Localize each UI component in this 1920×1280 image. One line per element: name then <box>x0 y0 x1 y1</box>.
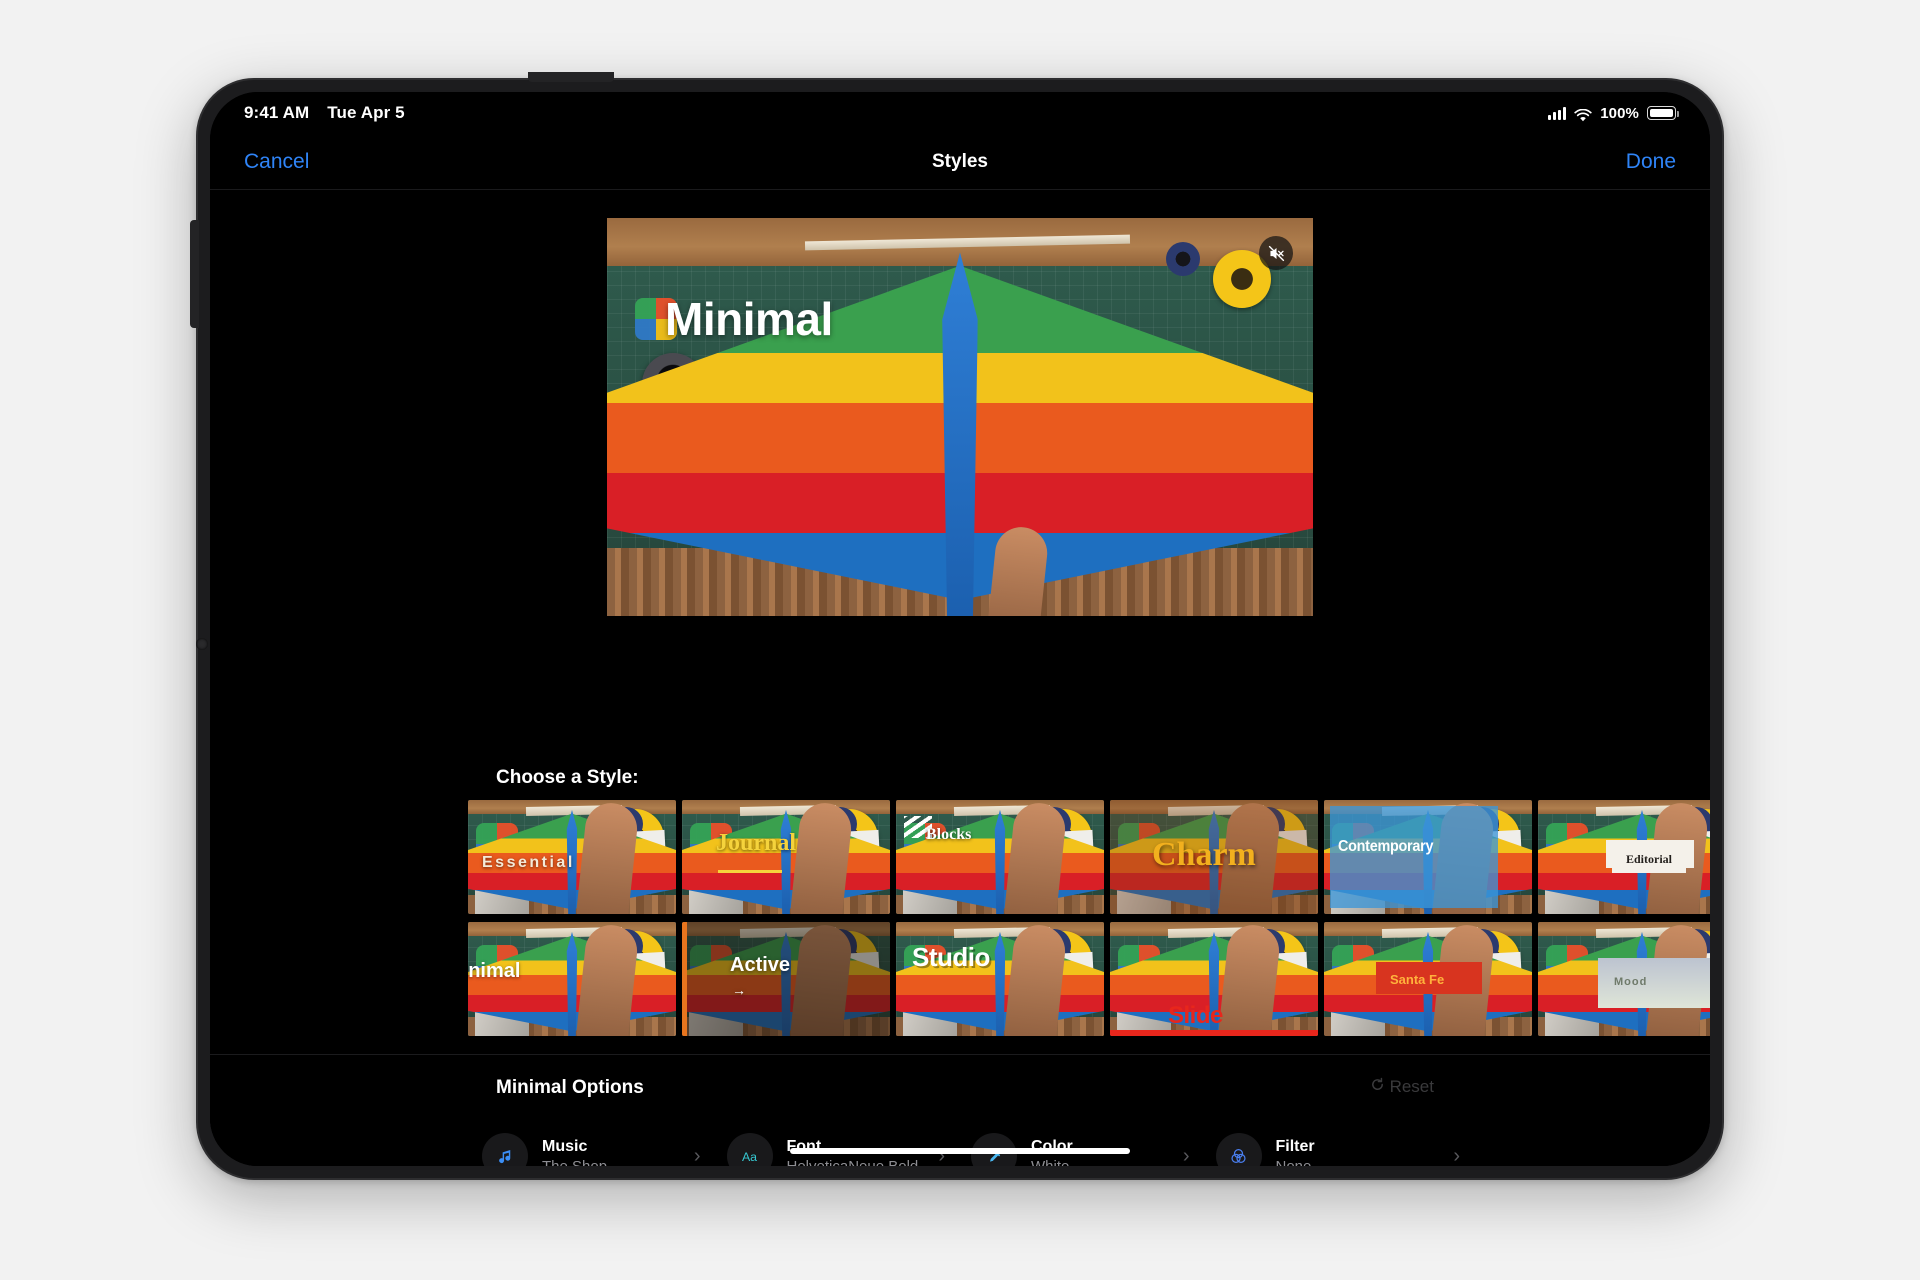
page-title: Styles <box>932 150 988 172</box>
battery-percent: 100% <box>1600 104 1639 122</box>
filter-circles-icon <box>1215 1133 1262 1166</box>
video-preview[interactable]: Minimal <box>607 218 1313 616</box>
preview-area: Minimal <box>210 190 1710 750</box>
done-button[interactable]: Done <box>1626 150 1676 174</box>
reset-circular-arrow-icon <box>1370 1077 1385 1097</box>
chevron-right-icon[interactable]: › <box>1453 1145 1460 1167</box>
status-bar: 9:41 AM Tue Apr 5 100% <box>210 92 1710 134</box>
style-thumbnail-charm[interactable]: Charm <box>1110 800 1318 914</box>
style-thumbnail-label: Slide <box>1168 1002 1223 1029</box>
option-value: None <box>1275 1157 1312 1167</box>
style-thumbnail-label: Blocks <box>926 826 972 843</box>
option-title: Filter <box>1275 1137 1315 1155</box>
status-time: 9:41 AM <box>244 103 310 122</box>
option-value: White <box>1031 1157 1070 1167</box>
ipad-device-frame: 9:41 AM Tue Apr 5 100% Cancel Styles Don… <box>190 72 1724 1180</box>
chevron-right-icon[interactable]: › <box>1183 1145 1190 1167</box>
reset-label: Reset <box>1389 1077 1434 1096</box>
volume-button[interactable] <box>190 220 199 328</box>
power-button[interactable] <box>528 72 614 82</box>
option-item-music[interactable]: Music The Shop › <box>482 1133 727 1166</box>
style-thumbnail-contemporary[interactable]: Contemporary <box>1324 800 1532 914</box>
wifi-icon <box>1574 107 1592 121</box>
option-value: The Shop <box>542 1157 608 1167</box>
svg-text:Aa: Aa <box>742 1149 757 1163</box>
cellular-bars-icon <box>1548 106 1567 120</box>
style-thumbnail-label: Contemporary <box>1338 838 1434 855</box>
style-thumbnail-editorial[interactable]: Editorial <box>1538 800 1710 914</box>
style-thumbnail-active[interactable]: Active <box>682 922 890 1036</box>
style-thumbnail-santafe[interactable]: Santa Fe <box>1324 922 1532 1036</box>
status-date: Tue Apr 5 <box>327 103 405 122</box>
style-thumbnail-label: Essential <box>482 854 575 871</box>
thumbnail-scene-image <box>682 800 890 914</box>
thumbnail-scene-image <box>896 922 1104 1036</box>
option-title: Music <box>542 1137 588 1155</box>
style-thumbnail-label: Charm <box>1152 836 1256 873</box>
front-camera <box>196 638 208 650</box>
app-screen: 9:41 AM Tue Apr 5 100% Cancel Styles Don… <box>210 92 1710 1166</box>
style-thumbnail-slide[interactable]: Slide <box>1110 922 1318 1036</box>
style-thumbnail-journal[interactable]: Journal <box>682 800 890 914</box>
navigation-bar: Cancel Styles Done <box>210 134 1710 190</box>
style-thumbnail-grid[interactable]: Essential Journal Blocks Charm Contemporary E… <box>468 800 1710 1036</box>
style-thumbnail-essential[interactable]: Essential <box>468 800 676 914</box>
style-thumbnail-label: Santa Fe <box>1390 972 1445 987</box>
reset-button[interactable]: Reset <box>1370 1077 1434 1097</box>
screenshot-stage: 9:41 AM Tue Apr 5 100% Cancel Styles Don… <box>0 0 1920 1280</box>
style-thumbnail-label: Minimal <box>468 960 521 982</box>
music-note-icon <box>482 1133 528 1166</box>
option-text: Filter None <box>1276 1138 1315 1167</box>
style-thumbnail-blocks[interactable]: Blocks <box>896 800 1104 914</box>
style-thumbnail-label: Journal <box>716 830 797 873</box>
option-item-filter[interactable]: Filter None › <box>1215 1133 1460 1167</box>
style-thumbnail-mood[interactable]: Mood <box>1538 922 1710 1036</box>
style-thumbnail-minimal[interactable]: Minimal <box>468 922 676 1036</box>
options-header: Minimal Options <box>496 1077 644 1098</box>
preview-scene-image <box>607 218 1313 616</box>
style-thumbnail-label: Active <box>730 954 790 998</box>
style-thumbnail-studio[interactable]: Studio <box>896 922 1104 1036</box>
speaker-muted-icon[interactable] <box>1259 236 1293 270</box>
battery-full-icon <box>1647 106 1679 120</box>
preview-style-title: Minimal <box>665 293 833 345</box>
chevron-right-icon[interactable]: › <box>694 1145 701 1167</box>
text-aa-icon: Aa <box>726 1133 773 1166</box>
choose-a-style-label: Choose a Style: <box>496 767 639 788</box>
option-value: HelveticaNeue Bold <box>786 1157 919 1167</box>
device-bezel: 9:41 AM Tue Apr 5 100% Cancel Styles Don… <box>210 92 1710 1166</box>
status-bar-right: 100% <box>1548 104 1679 122</box>
style-thumbnail-label: Editorial <box>1612 846 1687 873</box>
style-thumbnail-label: Studio <box>912 942 990 972</box>
cancel-button[interactable]: Cancel <box>244 150 309 174</box>
option-text: Music The Shop <box>542 1138 607 1167</box>
home-indicator[interactable] <box>790 1148 1130 1154</box>
status-bar-left: 9:41 AM Tue Apr 5 <box>244 103 405 123</box>
style-thumbnail-label: Mood <box>1614 976 1648 988</box>
